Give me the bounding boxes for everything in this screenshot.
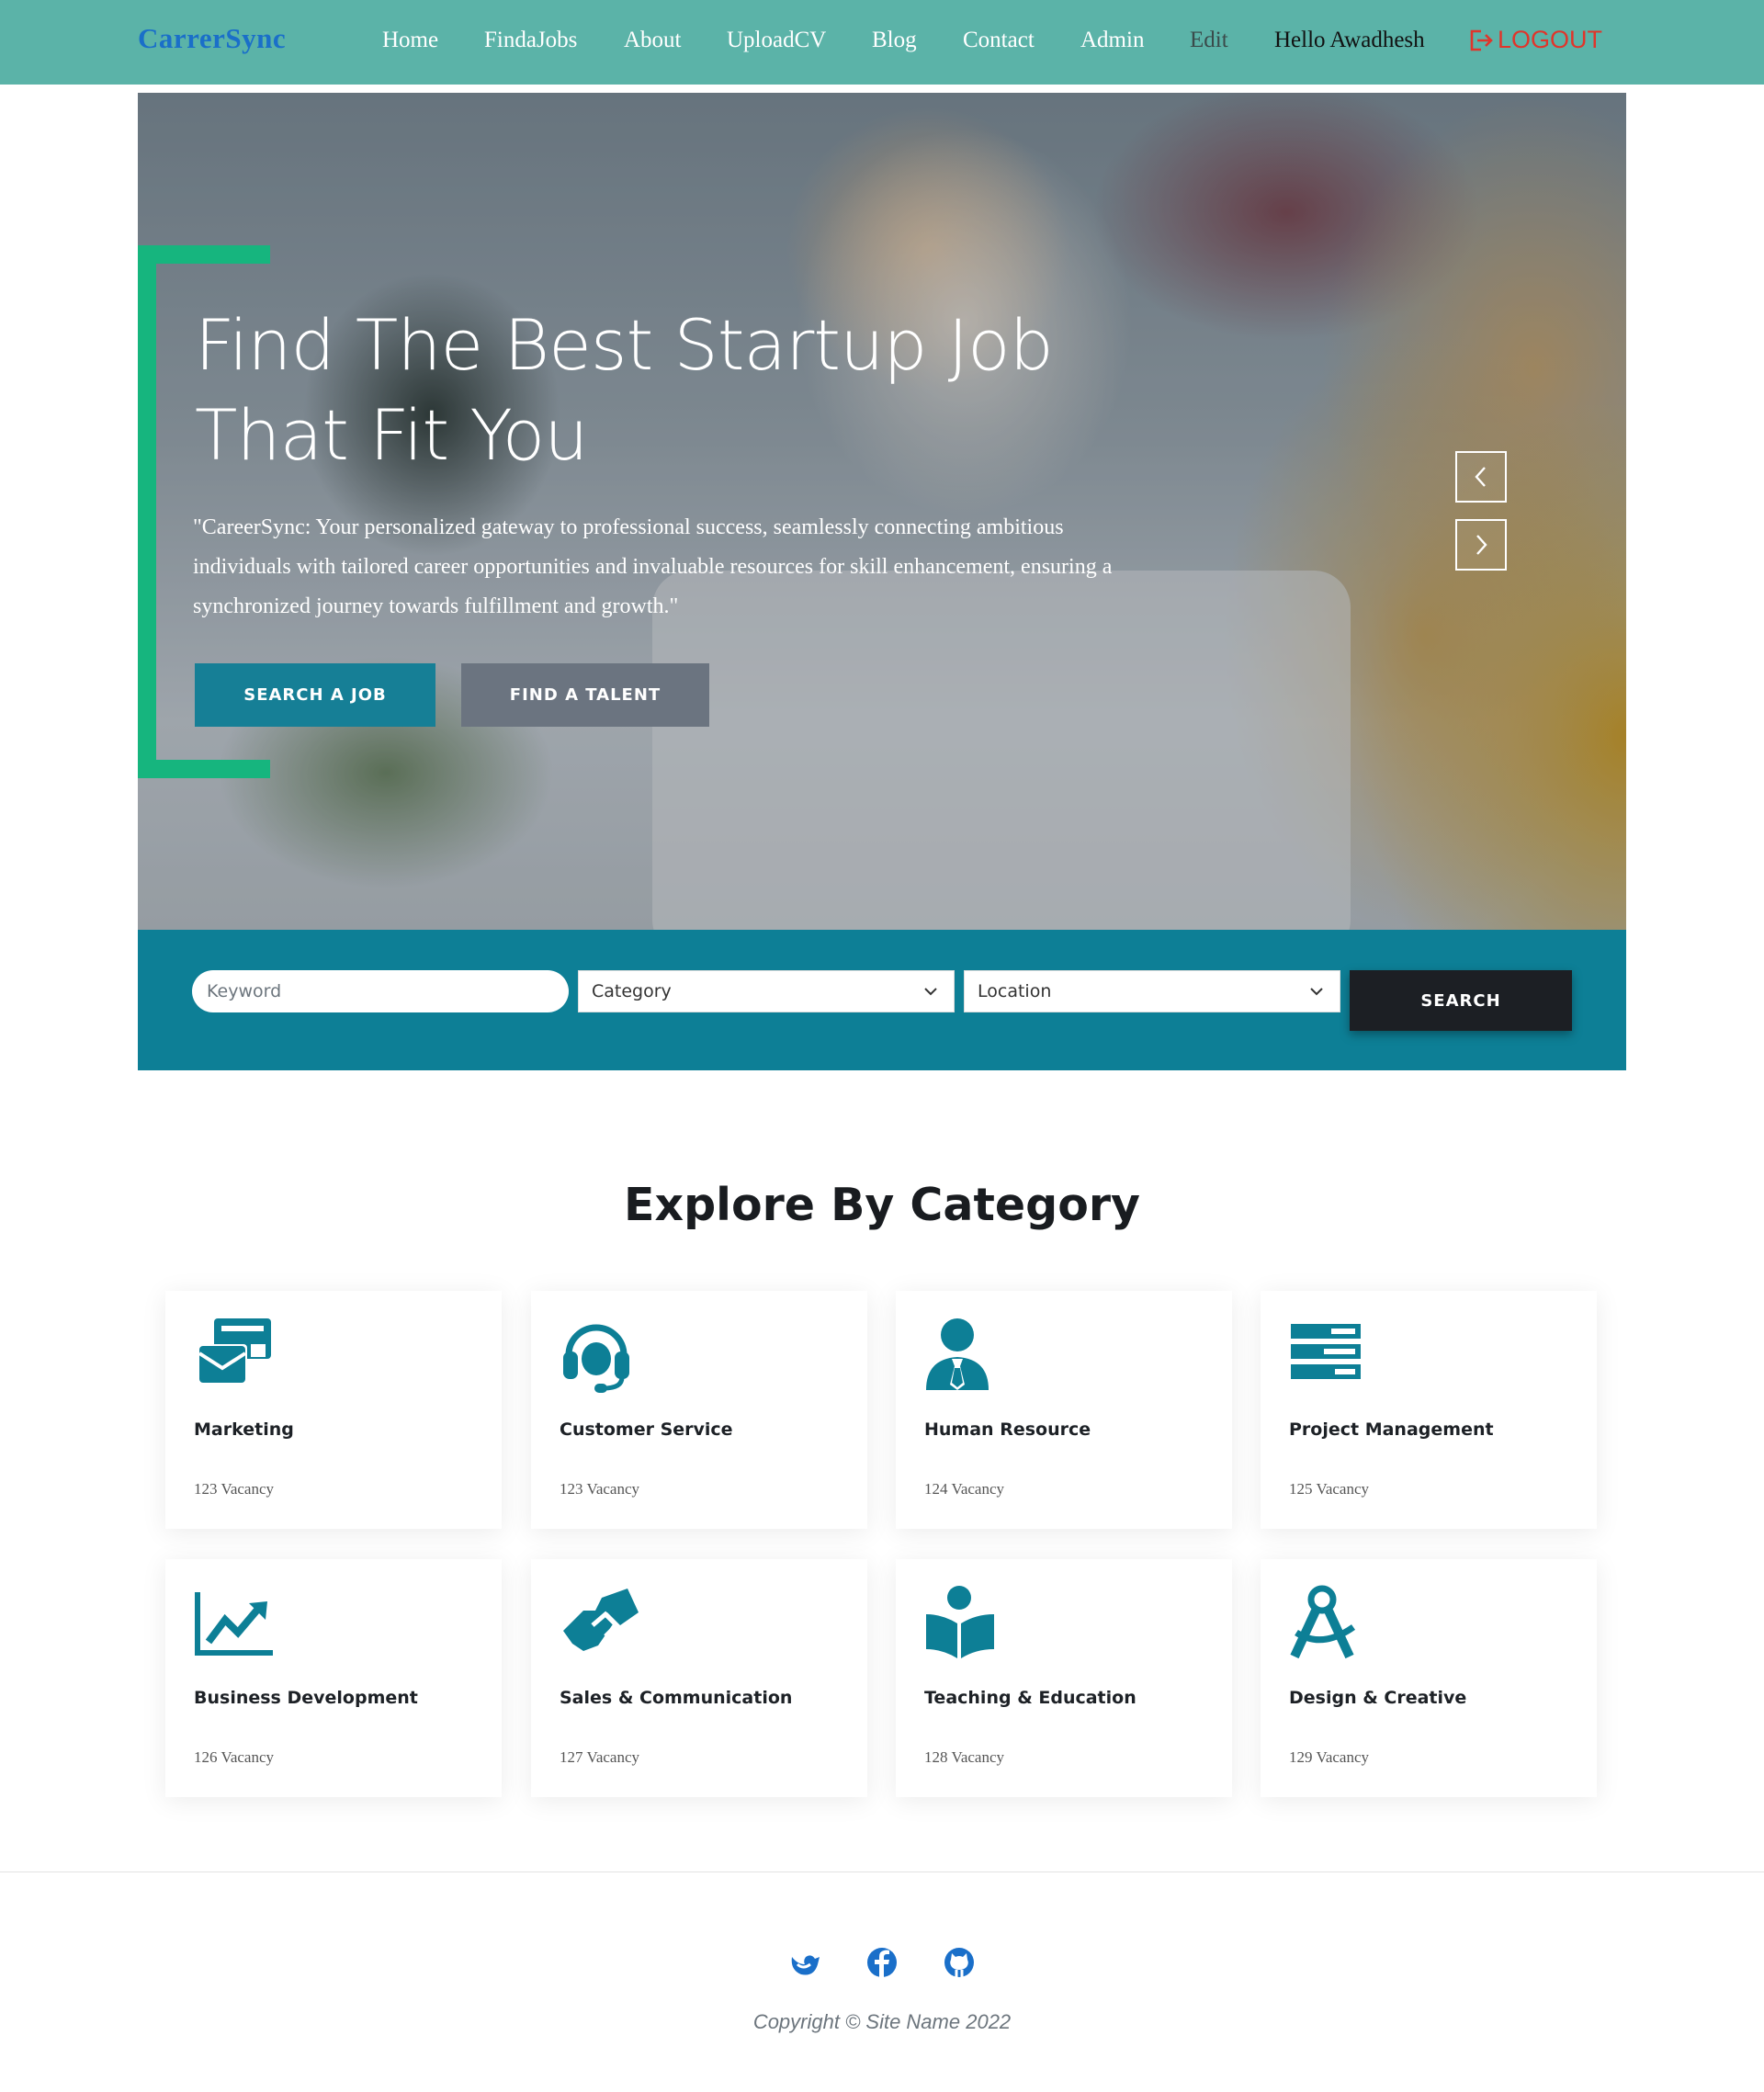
category-vacancy-count: 127 Vacancy [560,1748,640,1766]
logout-icon [1470,29,1493,51]
category-card-design-creative[interactable]: Design & Creative 129 Vacancy [1261,1559,1597,1797]
chevron-down-icon [1310,988,1323,996]
nav-edit[interactable]: Edit [1190,28,1228,53]
nav-contact[interactable]: Contact [963,28,1035,53]
category-name: Business Development [194,1688,418,1708]
category-name: Human Resource [924,1419,1091,1440]
category-vacancy-count: 123 Vacancy [194,1480,275,1498]
category-name: Customer Service [560,1419,733,1440]
navbar: CarrerSync Home FindaJobs About UploadCV… [0,0,1764,85]
tasks-icon [1291,1324,1361,1379]
headset-icon [563,1324,629,1393]
hero-description: "CareerSync: Your personalized gateway t… [193,515,1113,618]
hero-bracket [138,245,156,778]
nav-admin[interactable]: Admin [1080,28,1144,53]
nav-blog[interactable]: Blog [872,28,917,53]
category-name: Project Management [1289,1419,1494,1440]
category-vacancy-count: 128 Vacancy [924,1748,1005,1766]
copyright-text: Copyright © Site Name 2022 [752,2010,1012,2033]
hero-bracket-top [138,245,270,264]
location-select-value: Location [978,981,1052,1001]
category-card-teaching-education[interactable]: Teaching & Education 128 Vacancy [896,1559,1232,1797]
footer-divider [0,1871,1764,1872]
category-select[interactable]: Category [578,970,955,1012]
nav-about[interactable]: About [624,28,682,53]
category-card-business-development[interactable]: Business Development 126 Vacancy [165,1559,502,1797]
logout-button[interactable]: LOGOUT [1468,26,1602,54]
hero-carousel: Find The Best Startup Job That Fit You "… [138,93,1626,930]
github-icon [944,1948,974,1977]
chevron-left-icon [1475,467,1486,487]
category-card-sales-communication[interactable]: Sales & Communication 127 Vacancy [531,1559,867,1797]
hero-bracket-bottom [138,760,270,778]
category-card-customer-service[interactable]: Customer Service 123 Vacancy [531,1291,867,1529]
nav-upload-cv[interactable]: UploadCV [727,28,826,53]
nav-find-jobs[interactable]: FindaJobs [484,28,577,53]
category-name: Marketing [194,1419,294,1440]
find-talent-button[interactable]: FIND A TALENT [461,663,709,727]
chart-line-icon [195,1592,273,1656]
keyword-input[interactable] [192,970,569,1012]
drafting-compass-icon [1290,1585,1356,1659]
nav-home[interactable]: Home [382,28,438,53]
category-select-value: Category [592,981,672,1001]
category-card-marketing[interactable]: Marketing 123 Vacancy [165,1291,502,1529]
category-section-title: Explore By Category [624,1179,1140,1231]
chevron-down-icon [924,988,937,996]
user-tie-icon [926,1318,989,1390]
category-vacancy-count: 129 Vacancy [1289,1748,1370,1766]
github-link[interactable] [941,1944,978,1981]
search-job-button[interactable]: SEARCH A JOB [195,663,435,727]
category-card-human-resource[interactable]: Human Resource 124 Vacancy [896,1291,1232,1529]
search-button[interactable]: SEARCH [1350,970,1572,1031]
category-vacancy-count: 126 Vacancy [194,1748,275,1766]
carousel-prev-button[interactable] [1455,451,1507,503]
category-card-project-management[interactable]: Project Management 125 Vacancy [1261,1291,1597,1529]
handshake-icon [563,1589,639,1651]
category-name: Teaching & Education [924,1688,1136,1708]
user-greeting: Hello Awadhesh [1274,28,1425,52]
twitter-link[interactable] [786,1944,823,1981]
chevron-right-icon [1476,535,1487,555]
category-vacancy-count: 125 Vacancy [1289,1480,1370,1498]
category-vacancy-count: 124 Vacancy [924,1480,1005,1498]
twitter-icon [791,1955,820,1975]
facebook-icon [867,1948,897,1979]
facebook-link[interactable] [864,1944,900,1981]
category-name: Design & Creative [1289,1688,1467,1708]
category-vacancy-count: 123 Vacancy [560,1480,640,1498]
mail-bulk-icon [198,1318,271,1385]
carousel-next-button[interactable] [1455,519,1507,571]
book-reader-icon [926,1586,994,1658]
location-select[interactable]: Location [964,970,1340,1012]
logout-label: LOGOUT [1498,26,1603,53]
job-search-bar: Category Location SEARCH [138,930,1626,1070]
hero-title: Find The Best Startup Job That Fit You [195,304,1054,476]
category-name: Sales & Communication [560,1688,793,1708]
